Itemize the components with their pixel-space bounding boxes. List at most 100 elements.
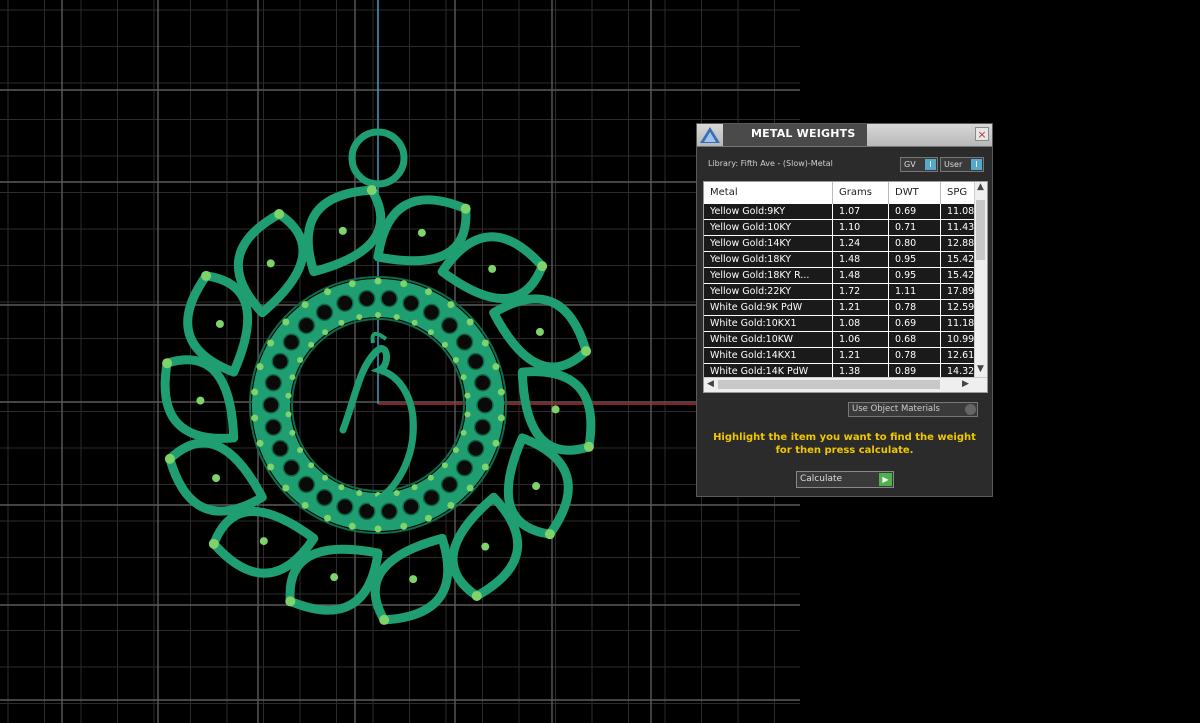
stone-setting bbox=[380, 502, 398, 521]
gem-bead bbox=[452, 447, 459, 453]
scroll-right-icon[interactable]: ▶ bbox=[962, 379, 969, 389]
table-row[interactable]: White Gold:10KX1 1.08 0.69 11.18 bbox=[704, 316, 976, 332]
gv-toggle[interactable]: GV I bbox=[900, 157, 938, 172]
gem-bead bbox=[393, 490, 400, 497]
cell-grams: 1.21 bbox=[833, 300, 889, 315]
gem-bead bbox=[308, 341, 315, 348]
vertical-scrollbar[interactable]: ▲ ▼ bbox=[974, 182, 987, 378]
gem-bead bbox=[466, 318, 474, 326]
stone-setting bbox=[358, 289, 376, 308]
gem-bead bbox=[301, 301, 309, 309]
table-body: Yellow Gold:9KY 1.07 0.69 11.08 Yellow Gold:… bbox=[704, 204, 976, 380]
table-row[interactable]: Yellow Gold:22KY 1.72 1.11 17.89 bbox=[704, 284, 976, 300]
cell-spg: 10.99 bbox=[947, 334, 975, 345]
table-row[interactable]: White Gold:10KW 1.06 0.68 10.99 bbox=[704, 332, 976, 348]
gem-bead bbox=[447, 301, 455, 309]
table-row[interactable]: Yellow Gold:18KY R... 1.48 0.95 15.42 bbox=[704, 268, 976, 284]
gem-bead bbox=[379, 614, 390, 625]
gem-bead bbox=[375, 312, 381, 318]
cell-grams: 1.07 bbox=[833, 204, 889, 219]
gem-bead bbox=[324, 514, 332, 522]
library-label: Library: Fifth Ave - (Slow)-Metal bbox=[708, 159, 833, 168]
stone-setting bbox=[264, 374, 283, 392]
horizontal-scroll-thumb[interactable] bbox=[718, 380, 940, 389]
cell-dwt: 0.78 bbox=[889, 300, 941, 315]
gem-bead bbox=[289, 429, 296, 436]
gem-bead bbox=[212, 474, 221, 483]
peacock-motif bbox=[339, 345, 417, 507]
gem-bead bbox=[464, 411, 471, 418]
gem-bead bbox=[282, 318, 290, 326]
table-row[interactable]: White Gold:9K PdW 1.21 0.78 12.59 bbox=[704, 300, 976, 316]
cell-dwt: 0.95 bbox=[889, 268, 941, 283]
table-row[interactable]: Yellow Gold:18KY 1.48 0.95 15.42 bbox=[704, 252, 976, 268]
cell-spg: 15.42 bbox=[947, 270, 975, 281]
vertical-scroll-thumb[interactable] bbox=[976, 200, 985, 260]
table-row[interactable]: Yellow Gold:9KY 1.07 0.69 11.08 bbox=[704, 204, 976, 220]
app-logo-icon bbox=[699, 126, 721, 144]
cell-metal: Yellow Gold:9KY bbox=[704, 204, 833, 219]
cell-metal: Yellow Gold:10KY bbox=[704, 220, 833, 235]
cell-grams: 1.10 bbox=[833, 220, 889, 235]
table-row[interactable]: Yellow Gold:10KY 1.10 0.71 11.43 bbox=[704, 220, 976, 236]
gem-bead bbox=[215, 319, 224, 328]
gem-bead bbox=[460, 374, 467, 381]
gem-bead bbox=[322, 329, 329, 336]
stone-setting bbox=[440, 475, 459, 494]
gem-bead bbox=[532, 482, 541, 491]
close-button[interactable]: × bbox=[975, 127, 989, 141]
gem-bead bbox=[256, 439, 264, 447]
gem-bead bbox=[411, 484, 418, 491]
calculate-button[interactable]: Calculate ▶ bbox=[796, 471, 894, 488]
table-row[interactable]: White Gold:14KX1 1.21 0.78 12.61 bbox=[704, 348, 976, 364]
metal-table: Metal Grams DWT SPG Yellow Gold:9KY 1.07 0… bbox=[703, 181, 988, 393]
gem-bead bbox=[374, 525, 382, 533]
gem-bead bbox=[356, 313, 363, 320]
gem-bead bbox=[330, 573, 339, 582]
column-header-metal[interactable]: Metal bbox=[704, 182, 833, 204]
cell-metal: Yellow Gold:14KY bbox=[704, 236, 833, 251]
gem-bead bbox=[322, 474, 329, 481]
stone-setting bbox=[264, 418, 283, 436]
gem-bead bbox=[366, 185, 377, 196]
stone-setting bbox=[455, 459, 474, 477]
stone-setting bbox=[315, 488, 334, 507]
gem-bead bbox=[447, 501, 455, 509]
stone-setting bbox=[380, 289, 398, 308]
cell-spg: 11.18 bbox=[947, 318, 975, 329]
cell-spg: 12.88 bbox=[947, 238, 975, 249]
column-header-dwt[interactable]: DWT bbox=[889, 182, 941, 204]
column-header-grams[interactable]: Grams bbox=[833, 182, 889, 204]
stone-setting bbox=[297, 475, 316, 494]
stone-setting bbox=[402, 498, 420, 516]
gem-bead bbox=[417, 228, 426, 237]
table-header: Metal Grams DWT SPG bbox=[704, 182, 976, 205]
horizontal-scrollbar[interactable]: ◀ ▶ bbox=[704, 377, 987, 392]
gem-bead bbox=[308, 462, 315, 469]
stone-setting bbox=[422, 303, 441, 322]
cell-dwt: 0.69 bbox=[889, 204, 941, 219]
panel-titlebar[interactable]: METAL WEIGHTS × bbox=[697, 124, 992, 147]
gem-bead bbox=[441, 462, 448, 469]
scroll-left-icon[interactable]: ◀ bbox=[707, 379, 714, 389]
gem-bead bbox=[164, 453, 175, 464]
gem-bead bbox=[201, 270, 212, 281]
cell-dwt: 0.68 bbox=[889, 332, 941, 347]
gem-bead bbox=[471, 590, 482, 601]
stone-setting bbox=[282, 333, 301, 351]
gem-bead bbox=[537, 261, 548, 272]
column-header-spg[interactable]: SPG bbox=[941, 182, 976, 204]
gem-bead bbox=[285, 392, 292, 399]
cad-viewport[interactable] bbox=[0, 0, 800, 723]
scroll-up-icon[interactable]: ▲ bbox=[977, 182, 984, 192]
user-toggle[interactable]: User I bbox=[940, 157, 984, 172]
gem-bead bbox=[400, 280, 408, 288]
viewport-canvas[interactable] bbox=[0, 0, 800, 723]
scroll-down-icon[interactable]: ▼ bbox=[977, 364, 984, 374]
cell-spg: 12.61 bbox=[947, 350, 975, 361]
table-row[interactable]: Yellow Gold:14KY 1.24 0.80 12.88 bbox=[704, 236, 976, 252]
use-object-materials-toggle[interactable]: Use Object Materials bbox=[848, 402, 978, 417]
gem-bead bbox=[481, 542, 490, 551]
gem-bead bbox=[427, 474, 434, 481]
gem-bead bbox=[251, 388, 259, 396]
